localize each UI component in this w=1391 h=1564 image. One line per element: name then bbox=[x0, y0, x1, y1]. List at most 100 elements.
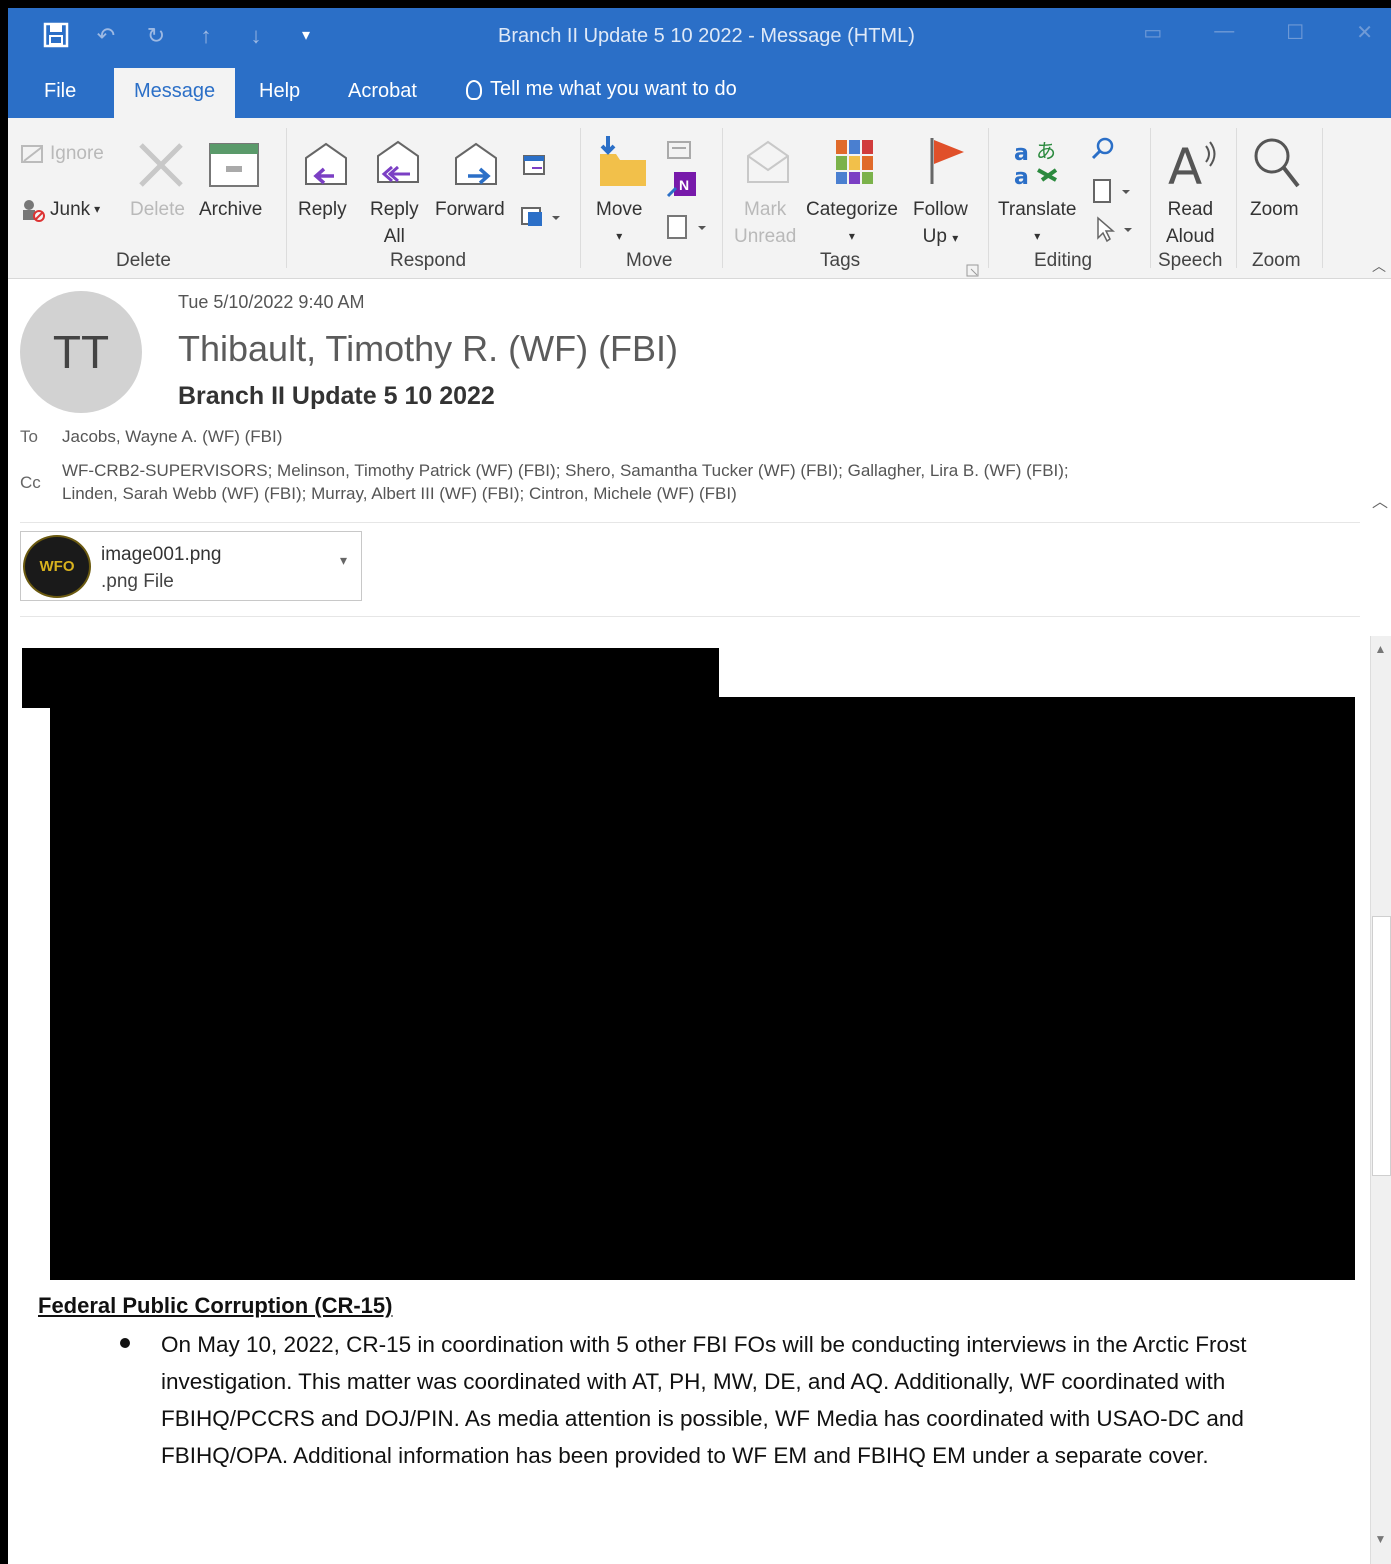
ribbon-display-icon[interactable]: ▭ bbox=[1143, 20, 1162, 45]
delete-button[interactable]: Delete bbox=[130, 196, 185, 223]
menu-tabs: File Message Help Acrobat Tell me what y… bbox=[8, 66, 1391, 118]
group-tags-label: Tags bbox=[820, 250, 861, 271]
attachment-card[interactable]: WFO image001.png .png File ▾ bbox=[20, 531, 362, 601]
junk-icon bbox=[23, 199, 45, 222]
mark-unread-label-2: Unread bbox=[734, 226, 797, 247]
reply-all-button[interactable]: Reply All bbox=[370, 196, 419, 250]
redaction-block bbox=[50, 697, 1355, 1280]
undo-icon[interactable]: ↶ bbox=[92, 22, 120, 50]
tell-me-search[interactable]: Tell me what you want to do bbox=[466, 78, 737, 101]
title-bar: ↶ ↻ ↑ ↓ ▾ Branch II Update 5 10 2022 - M… bbox=[8, 8, 1391, 66]
read-aloud-button[interactable]: Read Aloud bbox=[1166, 196, 1215, 250]
tell-me-label: Tell me what you want to do bbox=[490, 78, 737, 100]
customize-icon[interactable]: ▾ bbox=[292, 22, 320, 50]
ribbon-separator bbox=[580, 128, 581, 268]
reply-all-label-1: Reply bbox=[370, 199, 419, 220]
message-subject: Branch II Update 5 10 2022 bbox=[178, 382, 495, 410]
tab-message[interactable]: Message bbox=[114, 68, 235, 118]
zoom-button[interactable]: Zoom bbox=[1250, 196, 1299, 223]
down-icon[interactable]: ↓ bbox=[242, 22, 270, 50]
up-icon[interactable]: ↑ bbox=[192, 22, 220, 50]
follow-up-button[interactable]: Follow Up ▾ bbox=[913, 196, 968, 252]
section-heading: Federal Public Corruption (CR-15) bbox=[38, 1293, 393, 1318]
read-aloud-label-2: Aloud bbox=[1166, 226, 1215, 247]
to-recipients[interactable]: Jacobs, Wayne A. (WF) (FBI) bbox=[62, 427, 282, 447]
collapse-header-icon[interactable]: ︿ bbox=[1372, 488, 1388, 512]
svg-text:N: N bbox=[679, 177, 689, 193]
cc-recipients-line-2[interactable]: Linden, Sarah Webb (WF) (FBI); Murray, A… bbox=[62, 484, 737, 504]
bullet-icon bbox=[120, 1338, 130, 1348]
find-icon[interactable] bbox=[1090, 136, 1116, 162]
read-aloud-label-1: Read bbox=[1167, 199, 1214, 220]
minimize-icon[interactable]: — bbox=[1214, 20, 1234, 45]
read-aloud-icon: A bbox=[1168, 138, 1216, 190]
follow-up-label-1: Follow bbox=[913, 199, 968, 220]
collapse-ribbon-icon[interactable]: ︿ bbox=[1372, 256, 1386, 276]
more-respond-icon[interactable] bbox=[520, 204, 564, 230]
tab-help[interactable]: Help bbox=[259, 80, 300, 103]
translate-label: Translate bbox=[998, 199, 1077, 220]
ribbon-separator bbox=[1322, 128, 1323, 268]
group-delete-label: Delete bbox=[116, 250, 171, 271]
delete-icon bbox=[139, 143, 183, 187]
header-divider bbox=[20, 522, 1360, 523]
group-zoom-label: Zoom bbox=[1252, 250, 1301, 271]
body-paragraph: On May 10, 2022, CR-15 in coordination w… bbox=[161, 1332, 1247, 1468]
move-label: Move bbox=[596, 199, 643, 220]
tab-acrobat[interactable]: Acrobat bbox=[348, 80, 417, 103]
archive-button[interactable]: Archive bbox=[199, 196, 262, 223]
scrollbar-thumb[interactable] bbox=[1372, 916, 1391, 1176]
group-respond-label: Respond bbox=[390, 250, 467, 271]
dialog-launcher-icon[interactable] bbox=[966, 264, 980, 278]
svg-text:A: A bbox=[1168, 138, 1202, 190]
cc-recipients-line-1[interactable]: WF-CRB2-SUPERVISORS; Melinson, Timothy P… bbox=[62, 461, 1069, 481]
mark-unread-button[interactable]: Mark Unread bbox=[734, 196, 796, 250]
sender-name[interactable]: Thibault, Timothy R. (WF) (FBI) bbox=[178, 328, 678, 370]
lightbulb-icon bbox=[466, 79, 482, 100]
quick-access-toolbar: ↶ ↻ ↑ ↓ ▾ bbox=[42, 22, 320, 50]
mark-unread-label-1: Mark bbox=[744, 199, 787, 220]
window-controls: ▭ — ☐ ✕ bbox=[1143, 20, 1391, 45]
ribbon-separator bbox=[286, 128, 287, 268]
follow-up-label-2: Up bbox=[922, 226, 947, 247]
maximize-icon[interactable]: ☐ bbox=[1286, 20, 1304, 45]
meeting-reply-icon[interactable] bbox=[522, 154, 548, 180]
svg-text:a: a bbox=[1014, 165, 1029, 188]
tab-file[interactable]: File bbox=[44, 80, 76, 103]
junk-button[interactable]: Junk ▾ bbox=[20, 196, 100, 223]
group-editing-label: Editing bbox=[1034, 250, 1093, 271]
forward-button[interactable]: Forward bbox=[435, 196, 505, 223]
scroll-up-icon[interactable]: ▲ bbox=[1371, 642, 1390, 656]
svg-text:a: a bbox=[1014, 141, 1029, 166]
move-button[interactable]: Move ▾ bbox=[596, 196, 642, 250]
close-icon[interactable]: ✕ bbox=[1356, 20, 1373, 45]
ribbon-separator bbox=[1150, 128, 1151, 268]
translate-button[interactable]: Translate ▾ bbox=[998, 196, 1077, 250]
reply-icon bbox=[305, 142, 347, 185]
chevron-down-icon[interactable]: ▾ bbox=[340, 552, 347, 569]
onenote-icon[interactable]: N bbox=[666, 170, 698, 200]
move-icon bbox=[600, 136, 646, 186]
categorize-button[interactable]: Categorize ▾ bbox=[806, 196, 898, 250]
ignore-button[interactable]: Ignore bbox=[20, 140, 104, 167]
redo-icon[interactable]: ↻ bbox=[142, 22, 170, 50]
save-icon[interactable] bbox=[42, 22, 70, 50]
group-speech-label: Speech bbox=[1158, 250, 1223, 271]
ribbon-separator bbox=[988, 128, 989, 268]
rules-icon[interactable] bbox=[664, 138, 704, 162]
scroll-down-icon[interactable]: ▼ bbox=[1371, 1532, 1390, 1546]
reply-button[interactable]: Reply bbox=[298, 196, 347, 223]
related-icon[interactable] bbox=[1090, 178, 1136, 206]
ignore-icon bbox=[21, 144, 43, 163]
categorize-icon bbox=[836, 140, 873, 184]
select-icon[interactable] bbox=[1092, 216, 1138, 244]
group-move-label: Move bbox=[626, 250, 673, 271]
svg-text:あ: あ bbox=[1036, 139, 1056, 163]
cc-label: Cc bbox=[20, 473, 41, 492]
categorize-label: Categorize bbox=[806, 199, 898, 220]
ignore-label: Ignore bbox=[50, 143, 104, 164]
attachment-name: image001.png bbox=[101, 544, 222, 565]
mark-unread-icon bbox=[747, 140, 789, 183]
actions-icon[interactable] bbox=[664, 212, 712, 242]
attachment-divider bbox=[20, 616, 1360, 617]
